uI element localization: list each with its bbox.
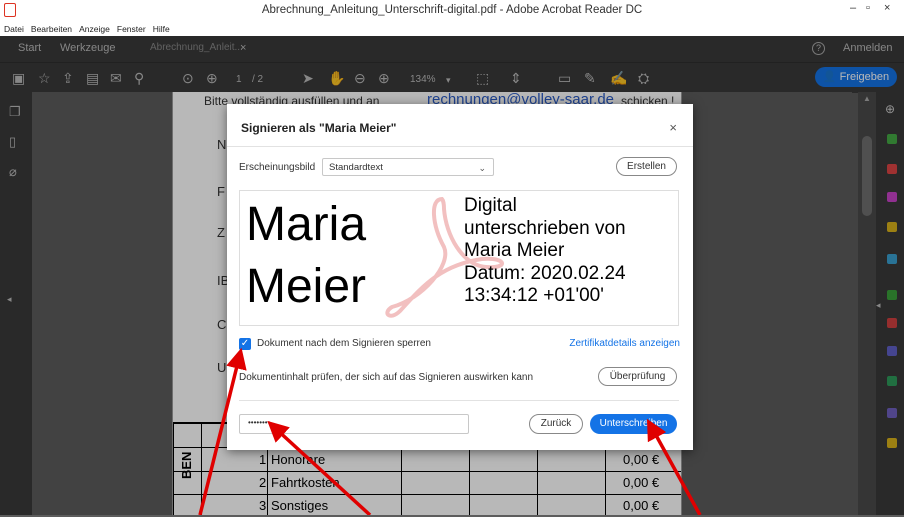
appearance-label: Erscheinungsbild — [239, 162, 316, 173]
appearance-select-value: Standardtext — [329, 162, 383, 173]
signature-detail-line: Datum: 2020.02.24 — [464, 262, 626, 284]
create-button[interactable]: Erstellen — [616, 157, 677, 176]
divider — [227, 146, 693, 147]
sign-dialog: Signieren als "Maria Meier" × Erscheinun… — [227, 104, 693, 450]
close-window-button[interactable]: × — [884, 2, 890, 14]
signature-preview: Maria Meier Digital unterschrieben von M… — [239, 190, 679, 326]
sign-button[interactable]: Unterschreiben — [590, 414, 677, 434]
menu-fenster[interactable]: Fenster — [117, 24, 146, 34]
review-button[interactable]: Überprüfung — [598, 367, 677, 386]
signature-name-line2: Meier — [246, 260, 367, 313]
dialog-title: Signieren als "Maria Meier" — [241, 121, 397, 135]
title-bar: Abrechnung_Anleitung_Unterschrift-digita… — [0, 0, 904, 22]
signature-detail-line: Maria Meier — [464, 240, 565, 262]
menu-bearbeiten[interactable]: Bearbeiten — [31, 24, 72, 34]
password-field[interactable]: •••••••• — [239, 414, 469, 434]
back-button[interactable]: Zurück — [529, 414, 583, 434]
divider — [239, 400, 679, 401]
signature-details: Digital unterschrieben von Maria Meier D… — [464, 195, 674, 308]
review-description: Dokumentinhalt prüfen, der sich auf das … — [239, 372, 534, 383]
lock-document-label[interactable]: Dokument nach dem Signieren sperren — [257, 338, 431, 349]
signature-detail-line: 13:34:12 +01'00' — [464, 285, 604, 307]
window-title: Abrechnung_Anleitung_Unterschrift-digita… — [261, 4, 643, 16]
chevron-down-icon: ⌄ — [478, 163, 486, 173]
menu-anzeige[interactable]: Anzeige — [79, 24, 110, 34]
restore-button[interactable]: ▫ — [866, 2, 870, 14]
menu-hilfe[interactable]: Hilfe — [153, 24, 170, 34]
dialog-close-icon[interactable]: × — [669, 120, 677, 135]
menu-bar: Datei Bearbeiten Anzeige Fenster Hilfe — [0, 22, 904, 37]
menu-datei[interactable]: Datei — [4, 24, 24, 34]
lock-document-checkbox[interactable]: ✓ — [239, 338, 251, 350]
signature-detail-line: unterschrieben von — [464, 217, 626, 239]
certificate-details-link[interactable]: Zertifikatdetails anzeigen — [569, 338, 680, 349]
signature-name-line1: Maria — [246, 198, 367, 251]
appearance-select[interactable]: Standardtext ⌄ — [322, 158, 494, 176]
minimize-button[interactable]: – — [850, 2, 856, 14]
signature-detail-line: Digital — [464, 195, 517, 216]
